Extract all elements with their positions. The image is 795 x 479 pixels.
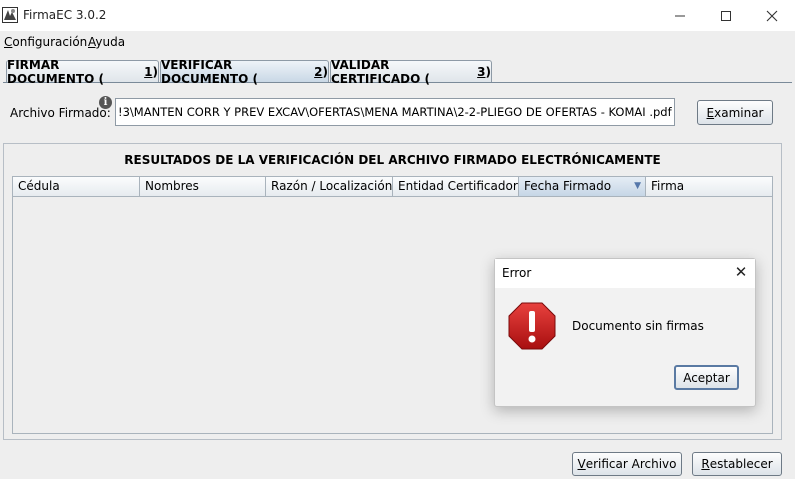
app-logo-icon [2,7,18,23]
tab-verificar-documento[interactable]: VERIFICAR DOCUMENTO ( 2) [160,58,329,86]
column-header-firma[interactable]: Firma [646,177,772,197]
tab-mnemonic: 3 [477,64,486,79]
menu-ayuda-label: yuda [95,35,126,49]
column-header-label: Fecha Firmado [524,179,612,193]
window-title: FirmaEC 3.0.2 [23,8,107,22]
menu-configuracion-label: onfiguración [12,35,88,49]
minimize-button[interactable] [657,0,703,31]
tab-firmar-documento[interactable]: FIRMAR DOCUMENTO ( 1) [6,58,159,86]
results-title: RESULTADOS DE LA VERIFICACIÓN DEL ARCHIV… [124,153,661,167]
error-stop-icon [508,302,556,350]
column-header-fecha-firmado[interactable]: Fecha Firmado ▼ [519,177,646,197]
maximize-icon [721,10,731,21]
restablecer-label: establecer [709,457,773,471]
tab-label-end: ) [152,64,158,79]
archivo-path-field[interactable]: !3\MANTEN CORR Y PREV EXCAV\OFERTAS\MENA… [115,98,675,126]
verificar-archivo-button[interactable]: Verificar Archivo [572,452,682,476]
tab-label: FIRMAR DOCUMENTO ( [7,57,104,86]
sort-descending-icon: ▼ [634,181,641,191]
column-header-nombres[interactable]: Nombres [140,177,266,197]
table-header: Cédula Nombres Razón / Localización Enti… [13,177,772,197]
dialog-message: Documento sin firmas [572,319,704,333]
column-header-razon-localizacion[interactable]: Razón / Localización [266,177,393,197]
menu-ayuda[interactable]: Ayuda [88,35,125,49]
tab-label: VERIFICAR DOCUMENTO ( [161,57,258,86]
verificar-label: erificar Archivo [585,457,677,471]
button-mnemonic: E [706,105,715,120]
examinar-button[interactable]: Examinar [697,100,773,125]
tab-mnemonic: 1 [144,64,153,79]
aceptar-button[interactable]: Aceptar [674,365,739,390]
tab-label-end: ) [485,64,491,79]
tab-label-end: ) [322,64,328,79]
tab-validar-certificado[interactable]: VALIDAR CERTIFICADO ( 3) [330,58,492,86]
archivo-firmado-label: Archivo Firmado: [10,106,111,120]
dialog-titlebar [495,259,755,288]
button-mnemonic: V [577,457,586,471]
column-header-cedula[interactable]: Cédula [13,177,140,197]
column-header-entidad-certificadora[interactable]: Entidad Certificadora [393,177,519,197]
tab-mnemonic: 2 [314,64,323,79]
info-icon[interactable]: i [99,96,112,109]
minimize-icon [675,15,685,16]
examinar-label: xaminar [714,105,764,120]
button-mnemonic: R [701,457,710,471]
dialog-title: Error [502,266,532,280]
maximize-button[interactable] [703,0,749,31]
restablecer-button[interactable]: Restablecer [692,452,782,476]
menu-configuracion[interactable]: Configuración [4,35,87,49]
close-button[interactable] [749,0,795,31]
dialog-close-icon[interactable]: ✕ [731,262,751,282]
tab-label: VALIDAR CERTIFICADO ( [331,57,430,86]
close-icon [766,10,778,21]
